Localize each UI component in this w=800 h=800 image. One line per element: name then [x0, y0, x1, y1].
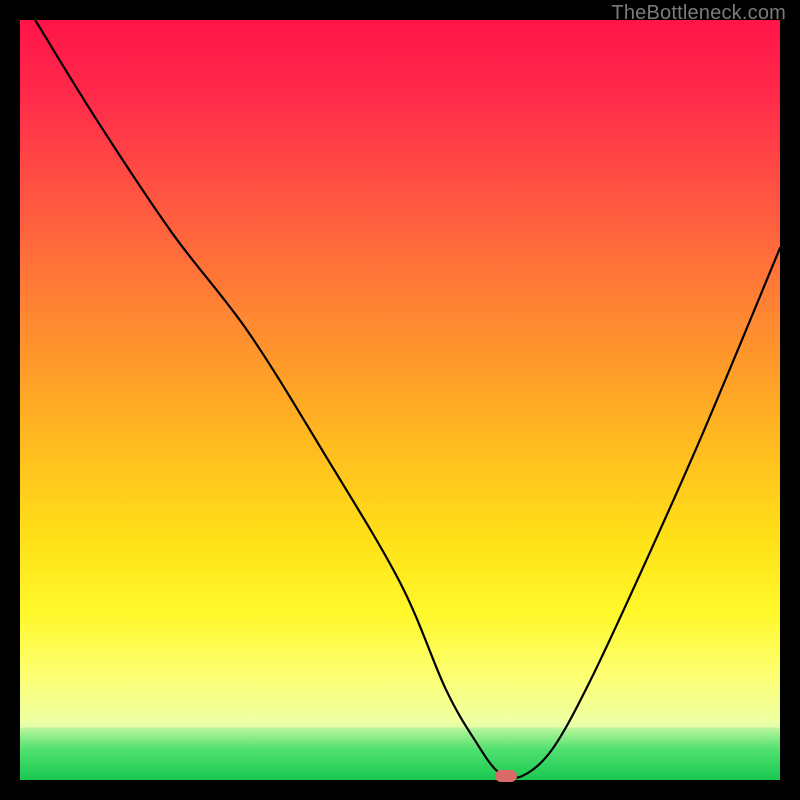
chart-frame: TheBottleneck.com: [0, 0, 800, 800]
watermark-text: TheBottleneck.com: [611, 2, 786, 25]
minimum-marker: [495, 770, 517, 782]
plot-area: [20, 20, 780, 780]
